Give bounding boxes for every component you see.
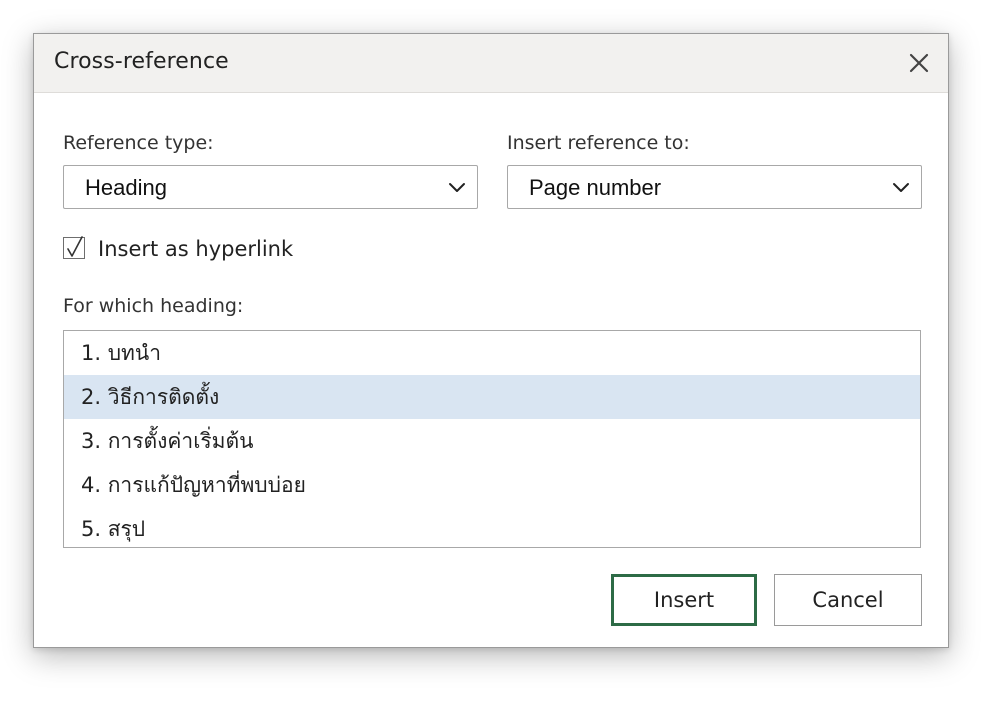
insert-button[interactable]: Insert [611, 574, 757, 626]
chevron-down-icon [891, 178, 911, 198]
reference-type-label: Reference type: [63, 132, 214, 154]
close-button[interactable] [904, 48, 934, 78]
dialog-titlebar: Cross-reference [34, 34, 948, 93]
list-item[interactable]: 1. บทนำ [64, 331, 920, 375]
dialog-title: Cross-reference [54, 49, 229, 74]
for-which-heading-label: For which heading: [63, 295, 244, 317]
cross-reference-dialog: Cross-reference Reference type: Heading … [33, 33, 949, 648]
chevron-down-icon [447, 178, 467, 198]
insert-reference-to-value: Page number [529, 175, 662, 200]
close-icon [904, 48, 934, 78]
cancel-button[interactable]: Cancel [774, 574, 922, 626]
list-item[interactable]: 4. การแก้ปัญหาที่พบบ่อย [64, 463, 920, 507]
reference-type-value: Heading [85, 175, 167, 200]
insert-as-hyperlink-checkbox[interactable] [63, 236, 85, 259]
insert-reference-to-dropdown[interactable]: Page number [507, 165, 922, 209]
list-item[interactable]: 3. การตั้งค่าเริ่มต้น [64, 419, 920, 463]
list-item[interactable]: 5. สรุป [64, 507, 920, 547]
heading-listbox[interactable]: 1. บทนำ 2. วิธีการติดตั้ง 3. การตั้งค่าเ… [63, 330, 921, 548]
list-item-selected[interactable]: 2. วิธีการติดตั้ง [64, 375, 920, 419]
insert-reference-to-label: Insert reference to: [507, 132, 690, 154]
insert-as-hyperlink-label[interactable]: Insert as hyperlink [98, 237, 293, 261]
reference-type-dropdown[interactable]: Heading [63, 165, 478, 209]
